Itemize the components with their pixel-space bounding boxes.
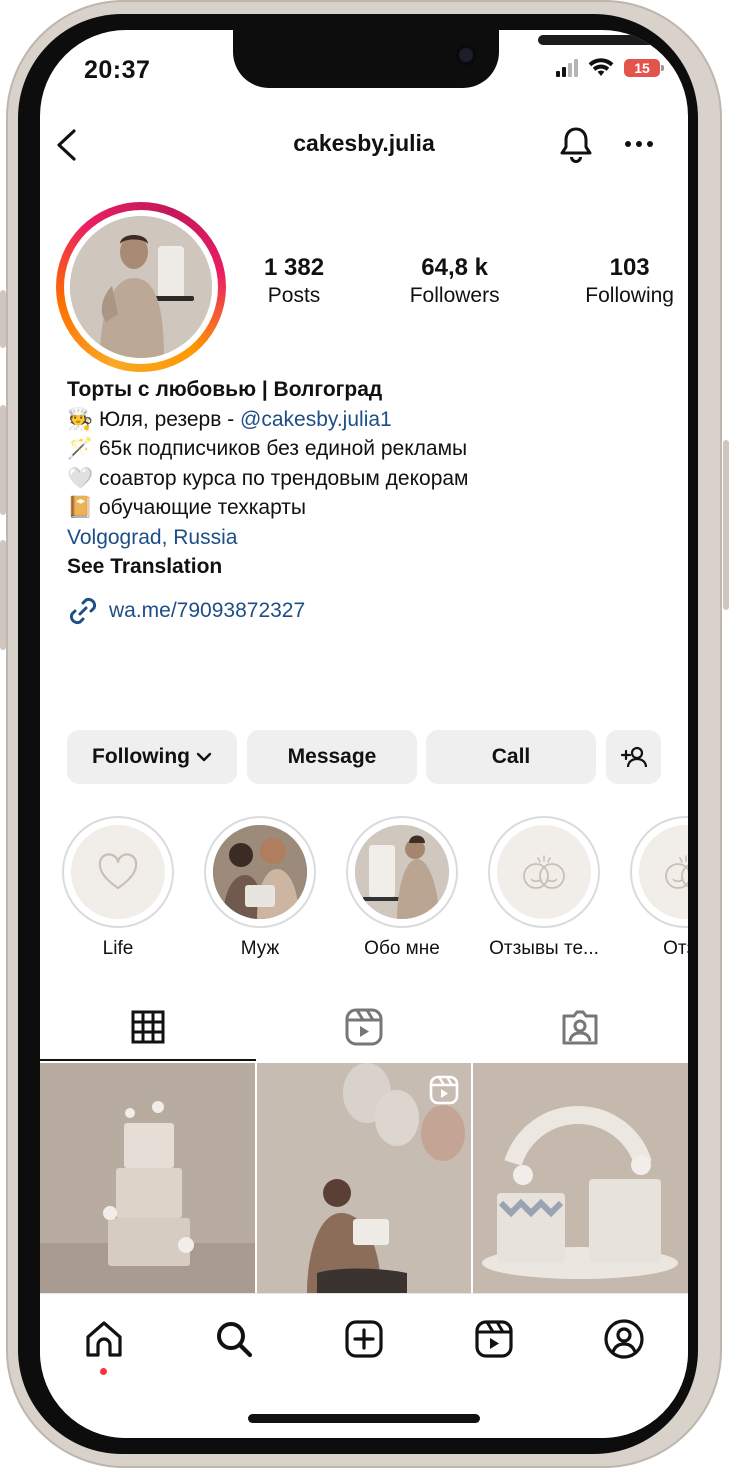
tab-tagged[interactable] — [472, 995, 688, 1059]
nav-create[interactable] — [339, 1314, 389, 1364]
wifi-icon — [588, 58, 614, 76]
story-ring[interactable] — [56, 202, 226, 372]
reels-badge-icon — [430, 1075, 459, 1105]
location-link[interactable]: Volgograd, Russia — [67, 523, 667, 553]
chef-emoji-icon: 🧑‍🍳 — [67, 407, 94, 431]
profile-stats: 1 382 Posts 64,8 k Followers 103 Followi… — [264, 254, 674, 308]
post-thumbnail[interactable] — [256, 1063, 472, 1293]
notebook-emoji-icon: 📔 — [67, 496, 94, 519]
screen: 20:37 15 cakesby.julia 1 382 Posts 64,8 … — [40, 30, 688, 1438]
profile-bio: Торты с любовью | Волгоград 🧑‍🍳 Юля, рез… — [67, 375, 667, 582]
highlight-label: Отзывы те... — [489, 938, 599, 959]
mute-switch — [0, 290, 6, 348]
stat-following[interactable]: 103 Following — [585, 254, 674, 308]
more-horizontal-icon[interactable] — [624, 132, 654, 148]
profile-name: Торты с любовью | Волгоград — [67, 378, 383, 401]
posts-count: 1 382 — [264, 254, 325, 281]
profile-header: cakesby.julia — [40, 120, 688, 170]
stat-posts[interactable]: 1 382 Posts — [264, 254, 324, 308]
nav-profile[interactable] — [599, 1314, 649, 1364]
following-label: Following — [585, 284, 674, 307]
avatar — [70, 216, 212, 358]
search-icon — [217, 1322, 253, 1358]
nav-home[interactable] — [79, 1314, 129, 1364]
status-icons: 15 — [556, 58, 664, 78]
highlight-about[interactable]: Обо мне — [346, 816, 458, 960]
post-thumbnail[interactable] — [40, 1063, 255, 1293]
chevron-down-icon — [196, 752, 212, 762]
link-icon — [69, 597, 97, 625]
website-link[interactable]: wa.me/79093872327 — [67, 595, 305, 627]
stat-followers[interactable]: 64,8 k Followers — [410, 254, 500, 308]
active-tab-indicator — [40, 1059, 256, 1061]
notification-dot — [100, 1368, 107, 1375]
tab-grid[interactable] — [40, 995, 256, 1059]
following-button[interactable]: Following — [67, 730, 237, 784]
reels-icon — [345, 1008, 383, 1046]
website-url: wa.me/79093872327 — [109, 599, 306, 622]
followers-count: 64,8 k — [421, 254, 489, 281]
home-icon — [86, 1321, 122, 1357]
bio-line: 🤍 соавтор курса по трендовым декорам — [67, 466, 469, 490]
highlight-label: Муж — [240, 938, 280, 959]
posts-label: Posts — [267, 284, 321, 307]
bottom-nav — [40, 1293, 688, 1438]
followers-label: Followers — [409, 284, 500, 307]
grid-icon — [131, 1010, 165, 1044]
home-indicator — [248, 1414, 480, 1423]
notch — [233, 30, 654, 88]
tab-reels[interactable] — [256, 995, 472, 1059]
battery-icon: 15 — [624, 59, 664, 77]
reels-icon — [475, 1320, 513, 1358]
tagged-icon — [562, 1010, 598, 1045]
speaker — [538, 35, 654, 45]
power-button — [723, 440, 729, 610]
posts-grid — [40, 1063, 688, 1293]
nav-reels[interactable] — [469, 1314, 519, 1364]
volume-up-button — [0, 405, 6, 515]
bell-icon[interactable] — [556, 124, 596, 169]
bio-line: 📔 обучающие техкарты — [67, 496, 306, 519]
highlight-label: Отзы — [663, 938, 688, 959]
magic-wand-emoji-icon: 🪄 — [67, 437, 94, 460]
following-count: 103 — [609, 254, 650, 281]
create-icon — [345, 1320, 383, 1358]
white-heart-emoji-icon: 🤍 — [67, 466, 94, 490]
highlight-life[interactable]: Life — [62, 816, 174, 960]
volume-down-button — [0, 540, 6, 650]
profile-tabs — [40, 995, 688, 1061]
camera-icon — [455, 44, 477, 66]
action-buttons: Following Message Call — [67, 730, 661, 784]
smiling-faces-icon — [665, 855, 688, 889]
mention-link[interactable]: @cakesby.julia1 — [240, 408, 392, 431]
bio-line: 🪄 65к подписчиков без единой рекламы — [67, 437, 468, 460]
highlight-reviews[interactable]: Отзывы те... — [488, 816, 600, 960]
add-user-icon — [620, 746, 647, 768]
smiling-faces-icon — [523, 855, 565, 889]
post-thumbnail[interactable] — [473, 1063, 688, 1293]
bio-line: 🧑‍🍳 Юля, резерв - @cakesby.julia1 — [67, 407, 392, 431]
profile-icon — [604, 1319, 644, 1359]
heart-icon — [98, 853, 138, 890]
call-button[interactable]: Call — [426, 730, 596, 784]
highlight-label: Life — [102, 938, 134, 959]
highlight-husband[interactable]: Муж — [204, 816, 316, 960]
highlight-reviews-2[interactable]: Отзы — [630, 816, 688, 960]
see-translation-link[interactable]: See Translation — [67, 552, 667, 582]
status-time: 20:37 — [84, 56, 151, 84]
message-button[interactable]: Message — [247, 730, 417, 784]
highlight-label: Обо мне — [364, 938, 440, 959]
signal-icon — [556, 59, 578, 77]
nav-search[interactable] — [209, 1314, 259, 1364]
add-user-button[interactable] — [606, 730, 661, 784]
